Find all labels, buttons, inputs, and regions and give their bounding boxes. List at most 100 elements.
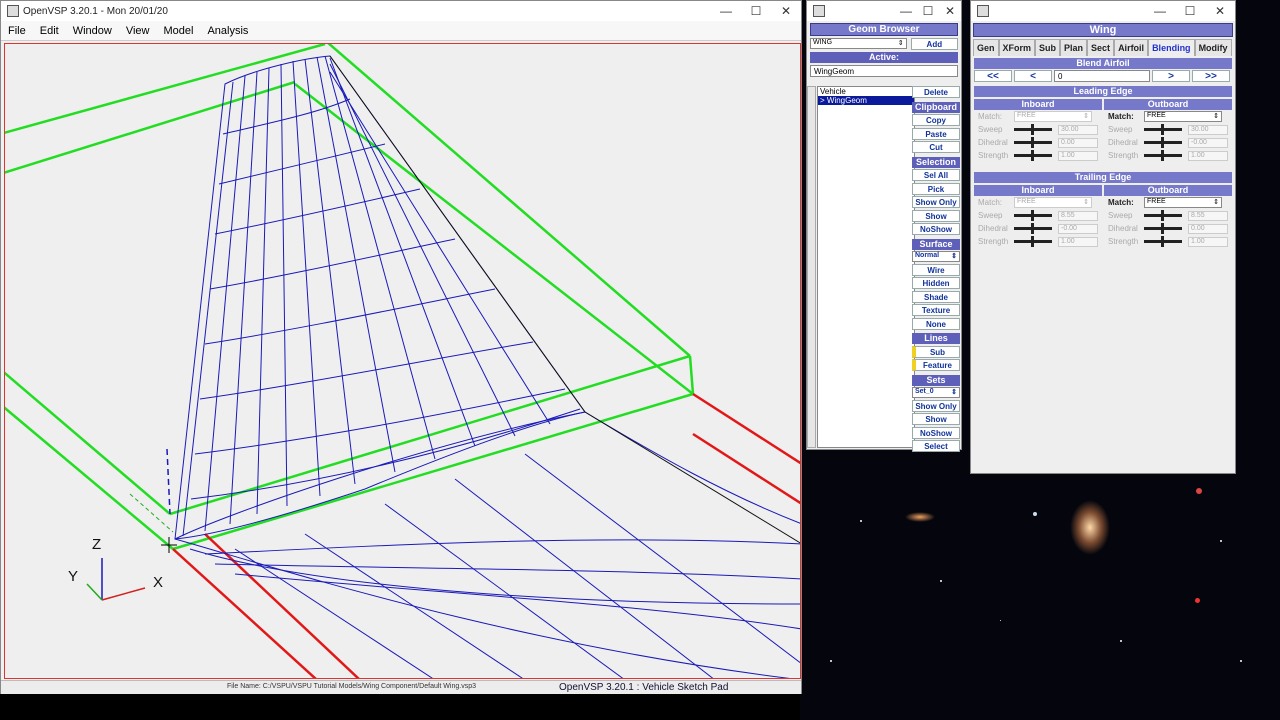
shade-button[interactable]: Shade <box>912 290 960 303</box>
le-out-sweep-label: Sweep <box>1108 125 1133 134</box>
maximize-icon[interactable]: ☐ <box>1175 4 1205 18</box>
tab-xform[interactable]: XForm <box>998 39 1036 56</box>
minimize-icon[interactable]: — <box>895 4 917 18</box>
tab-gen[interactable]: Gen <box>973 39 999 56</box>
sub-toggle[interactable]: Sub <box>912 345 960 358</box>
le-out-dihedral-slider[interactable] <box>1144 137 1182 148</box>
le-in-sweep-slider[interactable] <box>1014 124 1052 135</box>
tab-blending[interactable]: Blending <box>1148 39 1195 56</box>
le-out-sweep-slider[interactable] <box>1144 124 1182 135</box>
tab-airfoil[interactable]: Airfoil <box>1114 39 1149 56</box>
sets-select[interactable]: Set_0 <box>912 387 960 398</box>
3d-viewport[interactable]: Z Y X <box>4 43 801 679</box>
maximize-icon[interactable]: ☐ <box>917 4 939 18</box>
menu-view[interactable]: View <box>119 25 157 37</box>
axis-triad <box>86 558 146 601</box>
tree-item-winggeom[interactable]: > WingGeom <box>818 96 914 105</box>
te-out-strength-label: Strength <box>1108 237 1139 246</box>
te-out-strength-slider[interactable] <box>1144 236 1182 247</box>
prev-button[interactable]: < <box>1014 70 1052 82</box>
texture-button[interactable]: Texture <box>912 304 960 316</box>
sel-all-button[interactable]: Sel All <box>912 169 960 181</box>
sets-show-only-button[interactable]: Show Only <box>912 399 960 412</box>
menu-analysis[interactable]: Analysis <box>200 25 255 37</box>
le-in-sweep-value[interactable]: 30.00 <box>1058 124 1098 135</box>
main-titlebar[interactable]: OpenVSP 3.20.1 - Mon 20/01/20 — ☐ ✕ <box>1 1 801 21</box>
clipboard-header: Clipboard <box>912 101 960 113</box>
le-in-dihedral-value[interactable]: 0.00 <box>1058 137 1098 148</box>
geom-type-select[interactable]: WING <box>810 38 907 49</box>
last-button[interactable]: >> <box>1192 70 1230 82</box>
close-icon[interactable]: ✕ <box>939 4 961 18</box>
minimize-icon[interactable]: — <box>711 4 741 18</box>
te-in-dihedral-slider[interactable] <box>1014 223 1052 234</box>
le-in-strength-slider[interactable] <box>1014 150 1052 161</box>
le-out-strength-slider[interactable] <box>1144 150 1182 161</box>
tree-item-vehicle[interactable]: Vehicle <box>818 87 914 96</box>
le-out-match-select[interactable]: FREE <box>1144 111 1222 122</box>
le-out-sweep-value[interactable]: 30.00 <box>1188 124 1228 135</box>
wing-header: Wing <box>973 23 1233 37</box>
delete-button[interactable]: Delete <box>912 86 960 98</box>
copy-button[interactable]: Copy <box>912 114 960 126</box>
le-out-dihedral-value[interactable]: -0.00 <box>1188 137 1228 148</box>
te-out-dihedral-slider[interactable] <box>1144 223 1182 234</box>
active-geom-field[interactable]: WingGeom <box>810 65 958 77</box>
index-field[interactable]: 0 <box>1054 70 1150 82</box>
menu-window[interactable]: Window <box>66 25 119 37</box>
show-button[interactable]: Show <box>912 209 960 222</box>
le-inboard-panel: Inboard Match: FREE Sweep 30.00 Dihedral 0.… <box>974 99 1102 162</box>
tab-sub[interactable]: Sub <box>1035 39 1061 56</box>
tab-plan[interactable]: Plan <box>1060 39 1088 56</box>
le-in-match-select[interactable]: FREE <box>1014 111 1092 122</box>
feature-toggle[interactable]: Feature <box>912 359 960 371</box>
le-out-strength-value[interactable]: 1.00 <box>1188 150 1228 161</box>
geom-browser-window: — ☐ ✕ Geom Browser WING Add Active: Wing… <box>806 0 962 452</box>
te-in-sweep-slider[interactable] <box>1014 210 1052 221</box>
menu-edit[interactable]: Edit <box>33 25 66 37</box>
sets-select-button[interactable]: Select <box>912 440 960 452</box>
te-out-sweep-value[interactable]: 8.55 <box>1188 210 1228 221</box>
te-out-match-select[interactable]: FREE <box>1144 197 1222 208</box>
cut-button[interactable]: Cut <box>912 141 960 153</box>
te-in-dihedral-value[interactable]: -0.00 <box>1058 223 1098 234</box>
first-button[interactable]: << <box>974 70 1012 82</box>
te-out-strength-value[interactable]: 1.00 <box>1188 236 1228 247</box>
tab-modify[interactable]: Modify <box>1194 39 1232 56</box>
te-in-strength-slider[interactable] <box>1014 236 1052 247</box>
next-button[interactable]: > <box>1152 70 1190 82</box>
menu-file[interactable]: File <box>1 25 33 37</box>
tab-sect[interactable]: Sect <box>1087 39 1115 56</box>
te-in-sweep-value[interactable]: 8.55 <box>1058 210 1098 221</box>
te-in-match-select[interactable]: FREE <box>1014 197 1092 208</box>
hidden-button[interactable]: Hidden <box>912 277 960 289</box>
surface-select[interactable]: Normal <box>912 251 960 262</box>
te-out-dihedral-value[interactable]: 0.00 <box>1188 223 1228 234</box>
paste-button[interactable]: Paste <box>912 127 960 140</box>
sets-noshow-button[interactable]: NoShow <box>912 426 960 439</box>
none-button[interactable]: None <box>912 317 960 330</box>
geom-tree[interactable]: Vehicle > WingGeom <box>817 86 915 448</box>
show-only-button[interactable]: Show Only <box>912 196 960 208</box>
le-in-strength-label: Strength <box>978 151 1009 160</box>
close-icon[interactable]: ✕ <box>771 4 801 18</box>
te-out-sweep-slider[interactable] <box>1144 210 1182 221</box>
te-in-strength-value[interactable]: 1.00 <box>1058 236 1098 247</box>
le-in-strength-value[interactable]: 1.00 <box>1058 150 1098 161</box>
minimize-icon[interactable]: — <box>1145 4 1175 18</box>
maximize-icon[interactable]: ☐ <box>741 4 771 18</box>
close-icon[interactable]: ✕ <box>1205 4 1235 18</box>
app-icon <box>977 5 989 17</box>
add-button[interactable]: Add <box>910 38 958 50</box>
sets-show-button[interactable]: Show <box>912 413 960 425</box>
pick-toggle[interactable]: Pick <box>912 182 960 195</box>
wire-button[interactable]: Wire <box>912 263 960 276</box>
te-in-match-label: Match: <box>978 198 1003 207</box>
le-in-dihedral-slider[interactable] <box>1014 137 1052 148</box>
wing-titlebar[interactable]: — ☐ ✕ <box>971 1 1235 21</box>
axis-label-z: Z <box>92 536 102 553</box>
menu-model[interactable]: Model <box>156 25 200 37</box>
tree-scrollbar[interactable] <box>807 86 816 448</box>
geom-titlebar[interactable]: — ☐ ✕ <box>807 1 961 21</box>
noshow-button[interactable]: NoShow <box>912 223 960 235</box>
